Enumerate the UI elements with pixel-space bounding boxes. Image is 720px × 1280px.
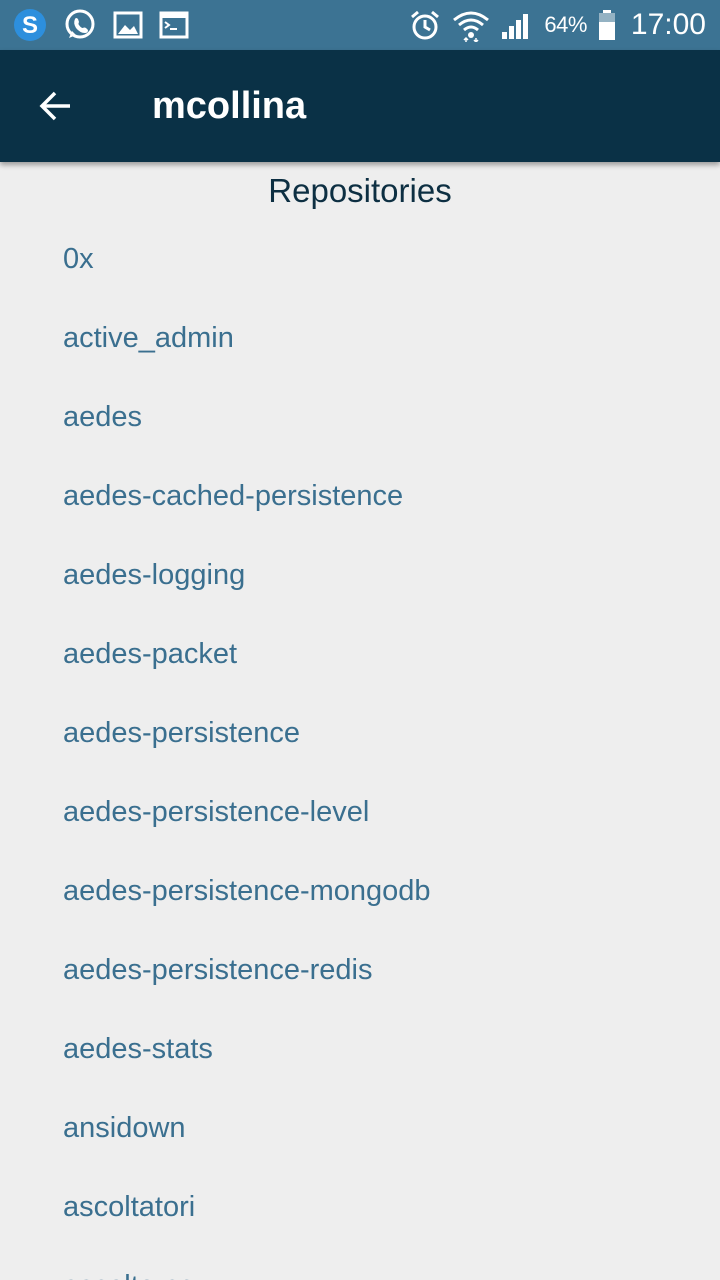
system-icons: 64% 17:00	[408, 0, 706, 50]
repository-list: 0x active_admin aedes aedes-cached-persiste…	[0, 220, 720, 1280]
repository-item[interactable]: aedes-cached-persistence	[0, 457, 720, 536]
notification-icons: S	[12, 6, 190, 44]
svg-text:S: S	[22, 12, 38, 39]
page-title: mcollina	[152, 85, 307, 127]
repositories-section: Repositories 0x active_admin aedes aedes-ca…	[0, 162, 720, 1280]
repository-item[interactable]: aedes-persistence-level	[0, 773, 720, 852]
repository-item[interactable]: aedes-persistence	[0, 694, 720, 773]
status-clock: 17:00	[630, 8, 706, 41]
repository-item[interactable]: aedes-logging	[0, 536, 720, 615]
alarm-icon	[408, 8, 442, 42]
section-heading: Repositories	[268, 172, 452, 209]
repository-item[interactable]: aedes	[0, 378, 720, 457]
repository-item[interactable]: aedes-persistence-redis	[0, 931, 720, 1010]
repository-item[interactable]: aedes-stats	[0, 1010, 720, 1089]
cell-signal-icon	[500, 10, 534, 40]
repository-item[interactable]: ascoltatori	[0, 1168, 720, 1247]
repository-item[interactable]: ansidown	[0, 1089, 720, 1168]
app-bar: mcollina	[0, 50, 720, 162]
battery-icon	[597, 9, 617, 41]
repository-item[interactable]: ascolto-cc	[0, 1247, 720, 1280]
gallery-icon	[112, 9, 144, 41]
whatsapp-icon	[62, 7, 98, 43]
wifi-icon	[452, 8, 490, 42]
arrow-back-icon	[39, 91, 70, 121]
repository-item[interactable]: active_admin	[0, 299, 720, 378]
back-button[interactable]	[24, 78, 88, 134]
battery-percent: 64%	[544, 12, 587, 37]
repository-item[interactable]: aedes-packet	[0, 615, 720, 694]
skype-icon: S	[12, 7, 48, 43]
terminal-icon	[158, 9, 190, 41]
repository-item[interactable]: aedes-persistence-mongodb	[0, 852, 720, 931]
status-bar: S 64% 17:00	[0, 0, 720, 50]
repository-item[interactable]: 0x	[0, 220, 720, 299]
